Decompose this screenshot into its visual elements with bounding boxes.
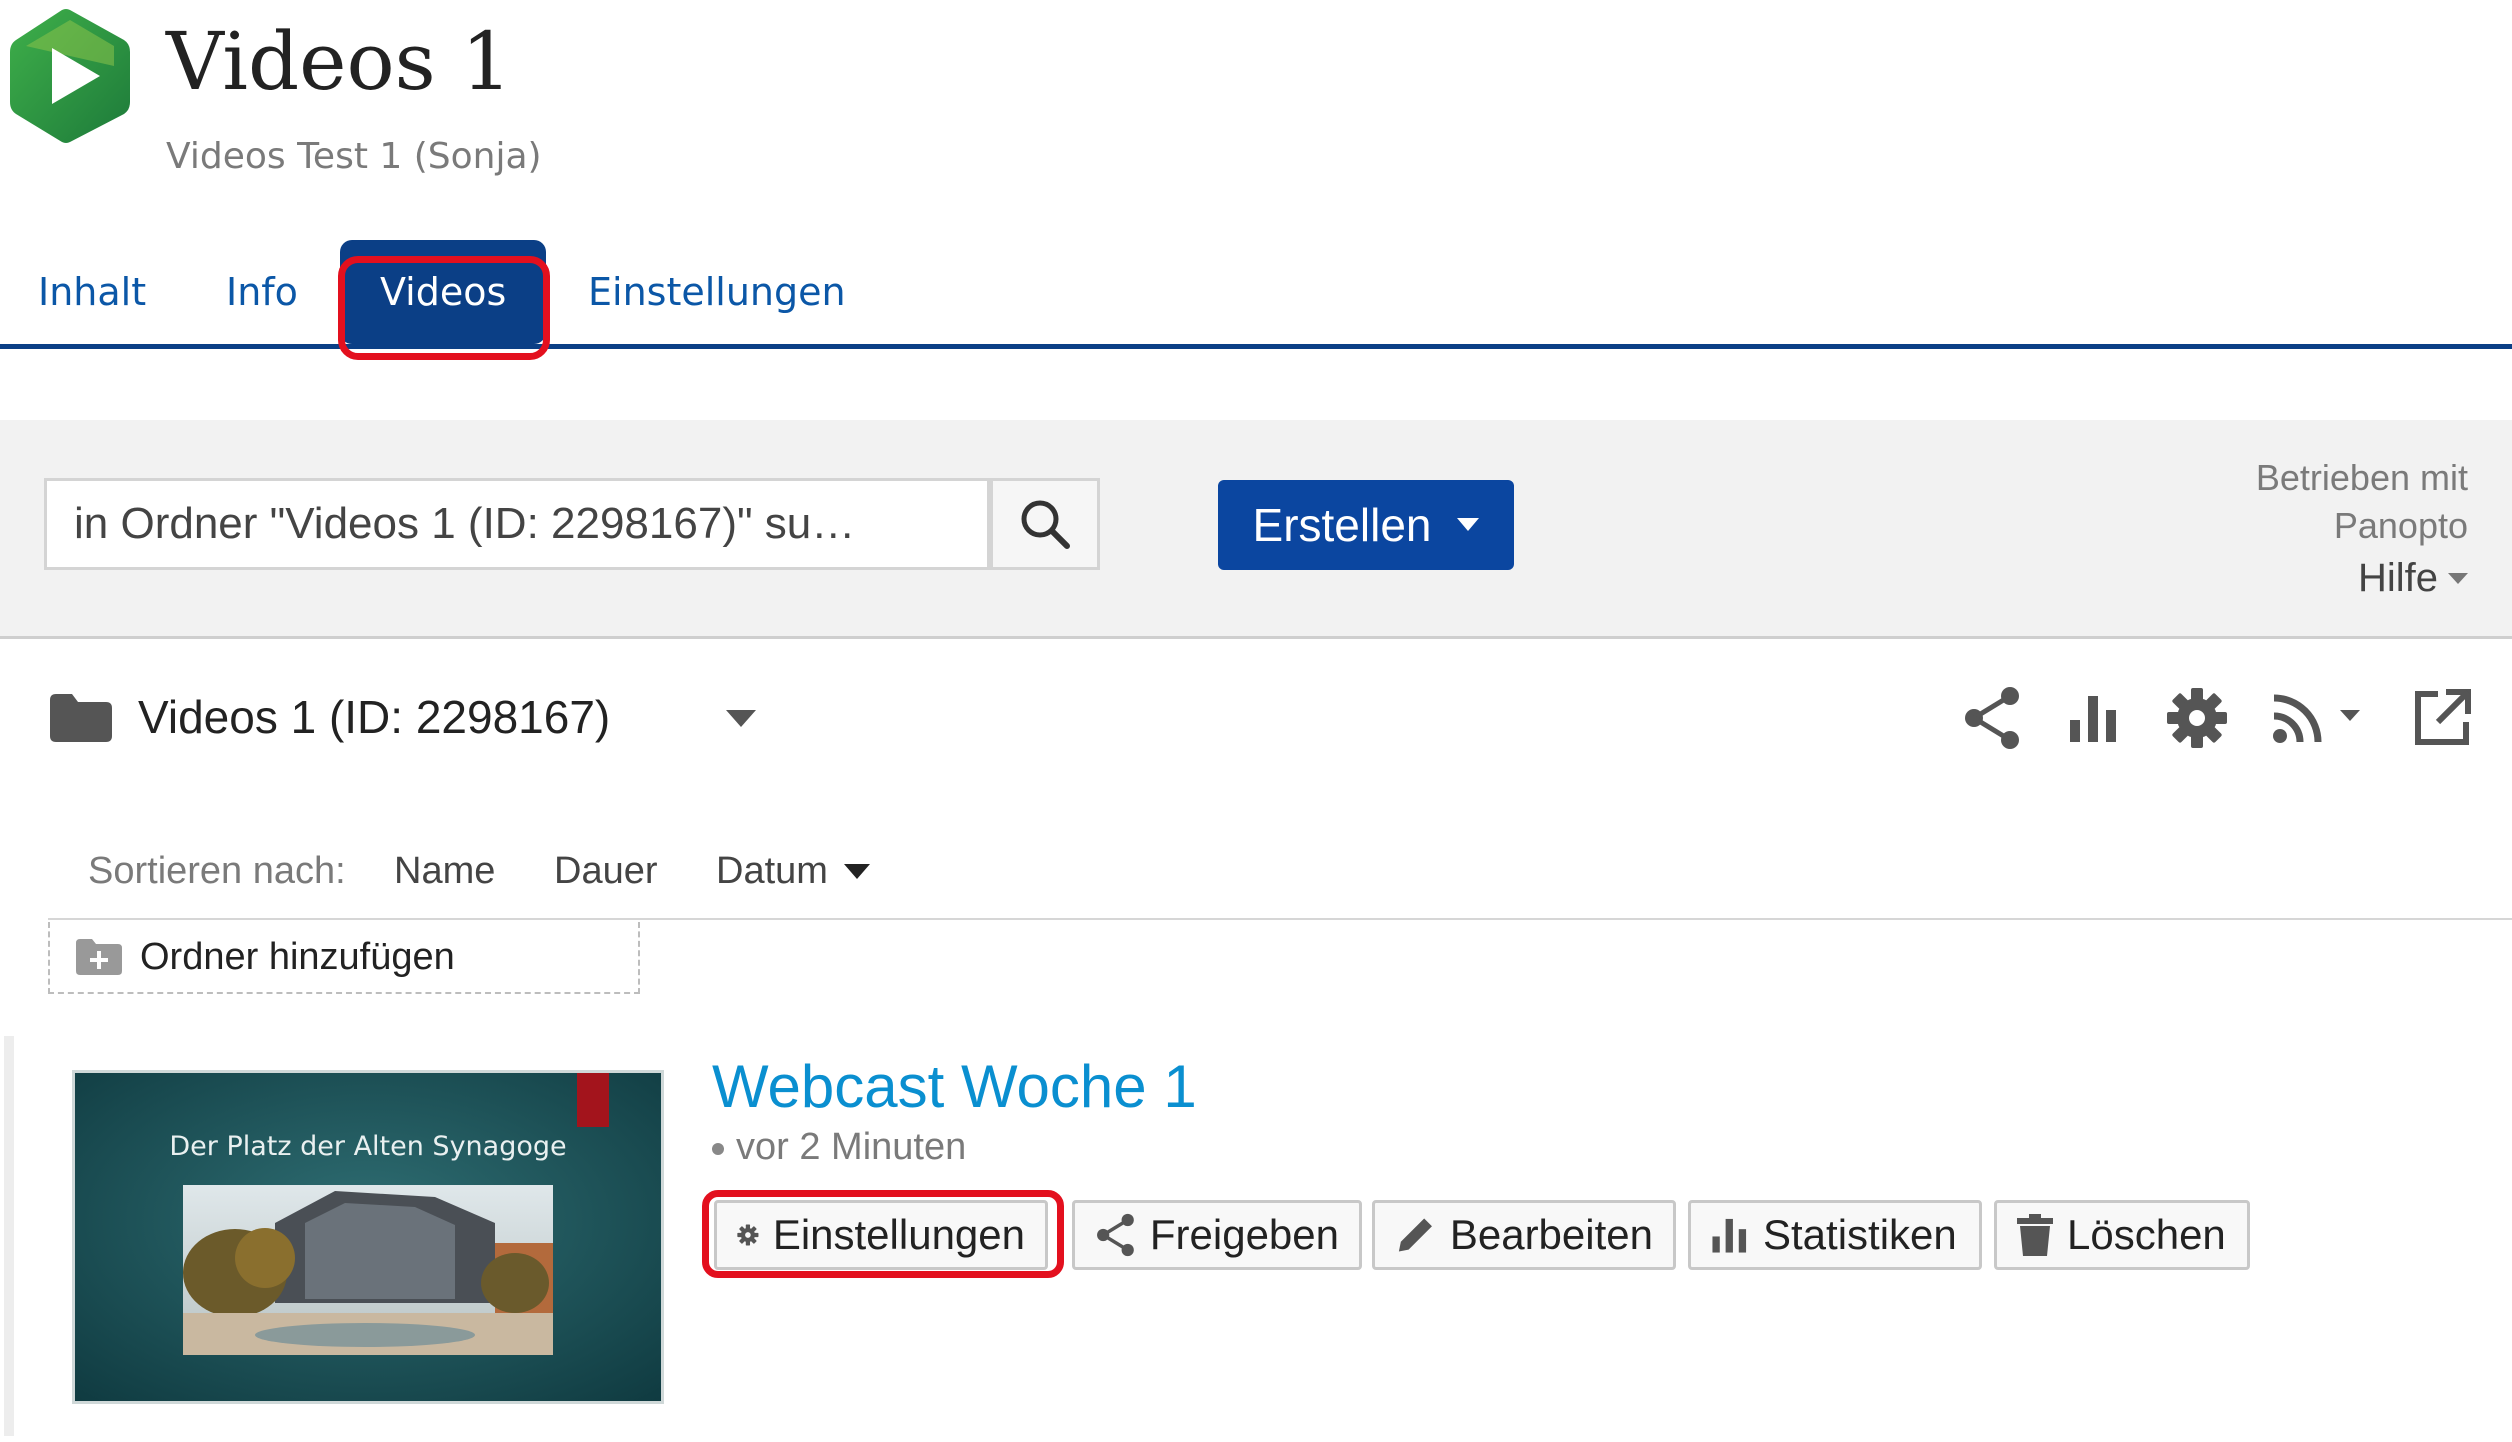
search-button[interactable] (990, 478, 1100, 570)
pencil-icon (1398, 1218, 1432, 1252)
sort-option-dauer[interactable]: Dauer (554, 850, 658, 893)
sort-desc-icon (843, 863, 870, 879)
video-thumbnail[interactable]: Der Platz der Alten Synagoge (72, 1070, 664, 1404)
edit-button-label: Bearbeiten (1449, 1211, 1653, 1258)
settings-icon[interactable] (2164, 682, 2230, 754)
page-title: Videos 1 (166, 15, 513, 108)
external-link-icon[interactable] (2410, 682, 2474, 754)
statistics-button[interactable]: Statistiken (1688, 1200, 1982, 1270)
button-highlight-annotation (702, 1190, 1064, 1278)
share-icon (1097, 1213, 1134, 1257)
sort-label: Sortieren nach: (88, 850, 346, 892)
panopto-logo (10, 9, 130, 143)
tab-info[interactable]: Info (226, 240, 298, 344)
share-button-label: Freigeben (1149, 1211, 1339, 1258)
edit-button[interactable]: Bearbeiten (1372, 1200, 1676, 1270)
sort-option-datum[interactable]: Datum (716, 850, 870, 893)
caret-down-icon (2448, 572, 2468, 584)
video-timestamp: vor 2 Minuten (712, 1126, 966, 1169)
search-input[interactable]: in Ordner "Videos 1 (ID: 2298167)" su… (74, 478, 974, 570)
caret-down-icon (1457, 518, 1480, 531)
delete-button-label: Löschen (2067, 1211, 2226, 1258)
folder-name: Videos 1 (ID: 2298167) (138, 691, 611, 743)
create-button-label: Erstellen (1252, 499, 1432, 551)
video-title-link[interactable]: Webcast Woche 1 (712, 1052, 1197, 1121)
folder-icon (50, 694, 112, 742)
add-folder-label: Ordner hinzufügen (140, 935, 455, 978)
help-menu[interactable]: Hilfe (2358, 556, 2468, 601)
sort-option-name[interactable]: Name (394, 850, 495, 893)
powered-by-text: Betrieben mit Panopto (2255, 457, 2468, 546)
sort-option-datum-label: Datum (716, 850, 828, 892)
stats-icon[interactable] (2066, 682, 2122, 754)
trash-icon (2017, 1214, 2053, 1256)
search-icon (1021, 500, 1070, 549)
add-folder-icon (76, 939, 122, 975)
video-time-text: vor 2 Minuten (736, 1126, 967, 1168)
thumbnail-image (75, 1073, 661, 1401)
page-subtitle: Videos Test 1 (Sonja) (166, 136, 542, 177)
help-label: Hilfe (2357, 556, 2438, 600)
tab-highlight-annotation (338, 256, 550, 360)
folder-dropdown-icon[interactable] (726, 710, 756, 728)
share-button[interactable]: Freigeben (1072, 1200, 1362, 1270)
delete-button[interactable]: Löschen (1994, 1200, 2250, 1270)
divider (48, 918, 2512, 920)
rss-icon[interactable] (2270, 682, 2362, 754)
statistics-button-label: Statistiken (1763, 1211, 1957, 1258)
share-icon[interactable] (1960, 682, 2024, 754)
tab-einstellungen[interactable]: Einstellungen (588, 240, 846, 344)
stats-icon (1712, 1218, 1747, 1253)
create-button[interactable]: Erstellen (1218, 480, 1514, 570)
add-folder-button[interactable]: Ordner hinzufügen (48, 922, 640, 994)
tab-inhalt[interactable]: Inhalt (38, 240, 146, 344)
thumbnail-title: Der Platz der Alten Synagoge (169, 1131, 567, 1162)
bullet (712, 1142, 724, 1155)
